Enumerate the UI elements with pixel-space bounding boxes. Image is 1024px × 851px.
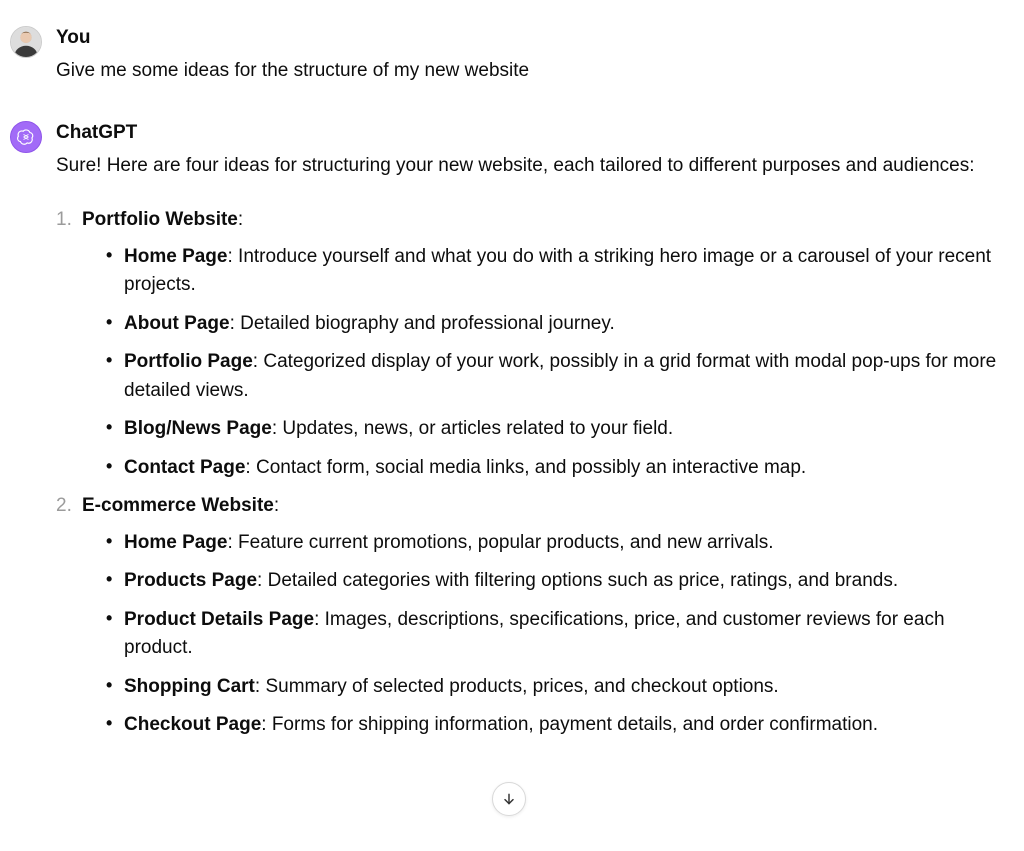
page-item: About Page: Detailed biography and profe… [106,310,1014,339]
page-item: Blog/News Page: Updates, news, or articl… [106,415,1014,444]
page-desc: Detailed categories with filtering optio… [268,570,899,591]
user-avatar-icon [11,27,41,57]
idea-item: E-commerce Website:Home Page: Feature cu… [56,492,1014,740]
page-name: Portfolio Page [124,351,253,372]
page-name: Home Page [124,246,227,267]
page-desc: Forms for shipping information, payment … [272,714,878,735]
scroll-down-button[interactable] [492,782,526,816]
page-name: Products Page [124,570,257,591]
user-text: Give me some ideas for the structure of … [56,57,1014,86]
assistant-name: ChatGPT [56,119,1014,148]
page-item: Checkout Page: Forms for shipping inform… [106,711,1014,740]
assistant-intro: Sure! Here are four ideas for structurin… [56,152,1014,181]
page-item: Home Page: Feature current promotions, p… [106,529,1014,558]
user-avatar [10,26,42,58]
page-name: Checkout Page [124,714,261,735]
page-name: Contact Page [124,457,245,478]
page-item: Portfolio Page: Categorized display of y… [106,348,1014,405]
page-desc: Contact form, social media links, and po… [256,457,806,478]
openai-logo-icon [16,127,36,147]
page-name: Home Page [124,532,227,553]
page-desc: Updates, news, or articles related to yo… [282,418,673,439]
page-desc: Categorized display of your work, possib… [124,351,996,401]
page-item: Products Page: Detailed categories with … [106,567,1014,596]
idea-item: Portfolio Website:Home Page: Introduce y… [56,206,1014,482]
page-name: Shopping Cart [124,676,255,697]
page-desc: Introduce yourself and what you do with … [124,246,991,296]
pages-list: Home Page: Feature current promotions, p… [82,529,1014,740]
assistant-message: ChatGPT Sure! Here are four ideas for st… [10,119,1014,750]
assistant-avatar [10,121,42,153]
ideas-list: Portfolio Website:Home Page: Introduce y… [56,206,1014,740]
idea-title: Portfolio Website [82,209,238,230]
pages-list: Home Page: Introduce yourself and what y… [82,243,1014,483]
arrow-down-icon [501,791,517,807]
page-item: Product Details Page: Images, descriptio… [106,606,1014,663]
page-name: Product Details Page [124,609,314,630]
idea-title: E-commerce Website [82,495,274,516]
page-item: Contact Page: Contact form, social media… [106,454,1014,483]
page-name: About Page [124,313,230,334]
user-name: You [56,24,1014,53]
page-desc: Feature current promotions, popular prod… [238,532,773,553]
page-name: Blog/News Page [124,418,272,439]
page-item: Shopping Cart: Summary of selected produ… [106,673,1014,702]
page-desc: Summary of selected products, prices, an… [265,676,778,697]
user-message: You Give me some ideas for the structure… [10,24,1014,85]
page-desc: Detailed biography and professional jour… [240,313,615,334]
page-item: Home Page: Introduce yourself and what y… [106,243,1014,300]
